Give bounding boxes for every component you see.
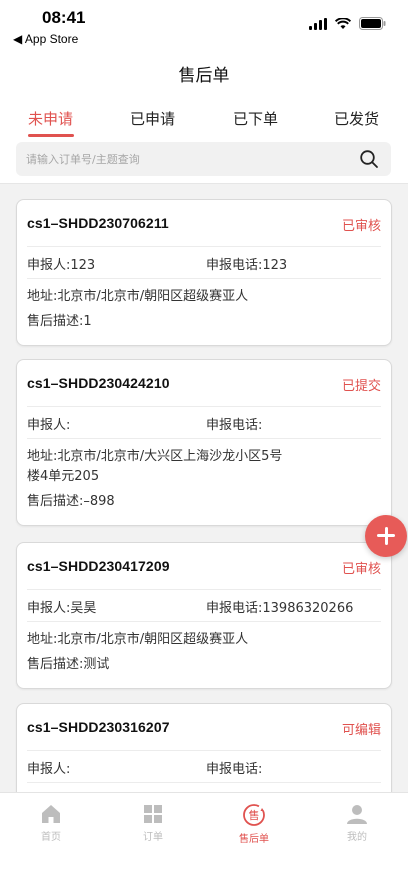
battery-icon: [359, 17, 386, 30]
card-header: cs1–SHDD230424210 已提交: [27, 360, 381, 407]
add-button[interactable]: [365, 515, 407, 557]
reporter: 申报人:123: [27, 258, 96, 273]
page-header: 售后单: [0, 50, 408, 94]
status-bar: 08:41 ◀ App Store: [0, 0, 408, 50]
wifi-icon: [335, 17, 351, 29]
reporter-row: 申报人:123 申报电话:123: [27, 247, 381, 279]
page-title: 售后单: [178, 66, 230, 86]
tabbar-label: 订单: [143, 832, 163, 843]
status-tabs: 未申请 已申请 已下单 已发货: [0, 94, 408, 138]
address-line: 地址:北京市/北京市/朝阳区超级赛亚人: [27, 289, 249, 304]
app-store-back-link[interactable]: ◀ App Store: [13, 32, 78, 46]
tabbar-label: 我的: [347, 832, 367, 843]
after-sale-icon: 售: [243, 804, 265, 826]
address-line: 地址:北京市/北京市/大兴区上海沙龙小区5号: [27, 449, 283, 464]
reporter-row: 申报人: 申报电话:: [27, 407, 381, 439]
address-line: 地址:北京市/北京市/朝阳区超级赛亚人: [27, 632, 249, 647]
tab-ordered[interactable]: 已下单: [233, 108, 278, 129]
signal-icon: [309, 17, 327, 30]
reporter-phone: 申报电话:: [206, 418, 263, 433]
grid-icon: [144, 805, 162, 823]
status-badge: 可编辑: [341, 723, 381, 738]
reporter-phone: 申报电话:: [206, 762, 263, 777]
bottom-tab-bar: 首页 订单 售 售后单 我的: [0, 792, 408, 883]
tab-unapplied[interactable]: 未申请: [28, 108, 73, 129]
address: 地址:北京市/北京市/朝阳区超级赛亚人: [27, 622, 381, 650]
address: 地址:北京市/北京市/大兴区上海沙龙小区5号 楼4单元205: [27, 439, 381, 487]
search-bar: [0, 138, 408, 184]
tabbar-label: 首页: [41, 832, 61, 843]
svg-text:售: 售: [249, 808, 260, 822]
tab-active-indicator: [28, 134, 74, 137]
home-icon: [42, 805, 60, 823]
search-box: [16, 142, 391, 176]
reporter: 申报人:: [27, 418, 71, 433]
reporter-row: 申报人: 申报电话:: [27, 751, 381, 783]
reporter-phone: 申报电话:13986320266: [206, 601, 354, 616]
search-icon[interactable]: [359, 149, 379, 169]
tab-applied[interactable]: 已申请: [130, 108, 175, 129]
status-badge: 已审核: [341, 219, 381, 234]
reporter-phone: 申报电话:123: [206, 258, 288, 273]
status-icons: [309, 17, 386, 30]
description: 售后描述:–898: [27, 494, 115, 509]
tab-shipped[interactable]: 已发货: [334, 108, 379, 129]
user-icon: [347, 805, 367, 824]
order-card[interactable]: cs1–SHDD230316207 可编辑 申报人: 申报电话:: [16, 703, 392, 792]
status-badge: 已提交: [341, 379, 381, 394]
reporter: 申报人:吴昊: [27, 601, 97, 616]
tabbar-item-me[interactable]: 我的: [327, 803, 387, 843]
description: 售后描述:测试: [27, 657, 110, 672]
reporter: 申报人:: [27, 762, 71, 777]
tabbar-item-after-sale[interactable]: 售 售后单: [224, 803, 284, 845]
card-header: cs1–SHDD230417209 已审核: [27, 543, 381, 590]
status-badge: 已审核: [341, 562, 381, 577]
order-number: cs1–SHDD230706211: [27, 215, 169, 231]
tabbar-item-orders[interactable]: 订单: [123, 803, 183, 843]
status-time: 08:41: [42, 8, 86, 27]
address-line: 楼4单元205: [27, 469, 100, 484]
tabbar-label: 售后单: [239, 834, 269, 845]
order-number: cs1–SHDD230424210: [27, 375, 170, 391]
order-card[interactable]: cs1–SHDD230417209 已审核 申报人:吴昊 申报电话:139863…: [16, 542, 392, 689]
order-number: cs1–SHDD230316207: [27, 719, 170, 735]
tabbar-item-home[interactable]: 首页: [21, 803, 81, 843]
card-header: cs1–SHDD230706211 已审核: [27, 200, 381, 247]
order-number: cs1–SHDD230417209: [27, 558, 170, 574]
description: 售后描述:1: [27, 314, 92, 329]
search-input[interactable]: [26, 142, 346, 176]
order-card[interactable]: cs1–SHDD230706211 已审核 申报人:123 申报电话:123 地…: [16, 199, 392, 346]
order-card[interactable]: cs1–SHDD230424210 已提交 申报人: 申报电话: 地址:北京市/…: [16, 359, 392, 526]
reporter-row: 申报人:吴昊 申报电话:13986320266: [27, 590, 381, 622]
card-header: cs1–SHDD230316207 可编辑: [27, 704, 381, 751]
address: 地址:北京市/北京市/朝阳区超级赛亚人: [27, 279, 381, 307]
after-sale-list: cs1–SHDD230706211 已审核 申报人:123 申报电话:123 地…: [0, 184, 408, 792]
